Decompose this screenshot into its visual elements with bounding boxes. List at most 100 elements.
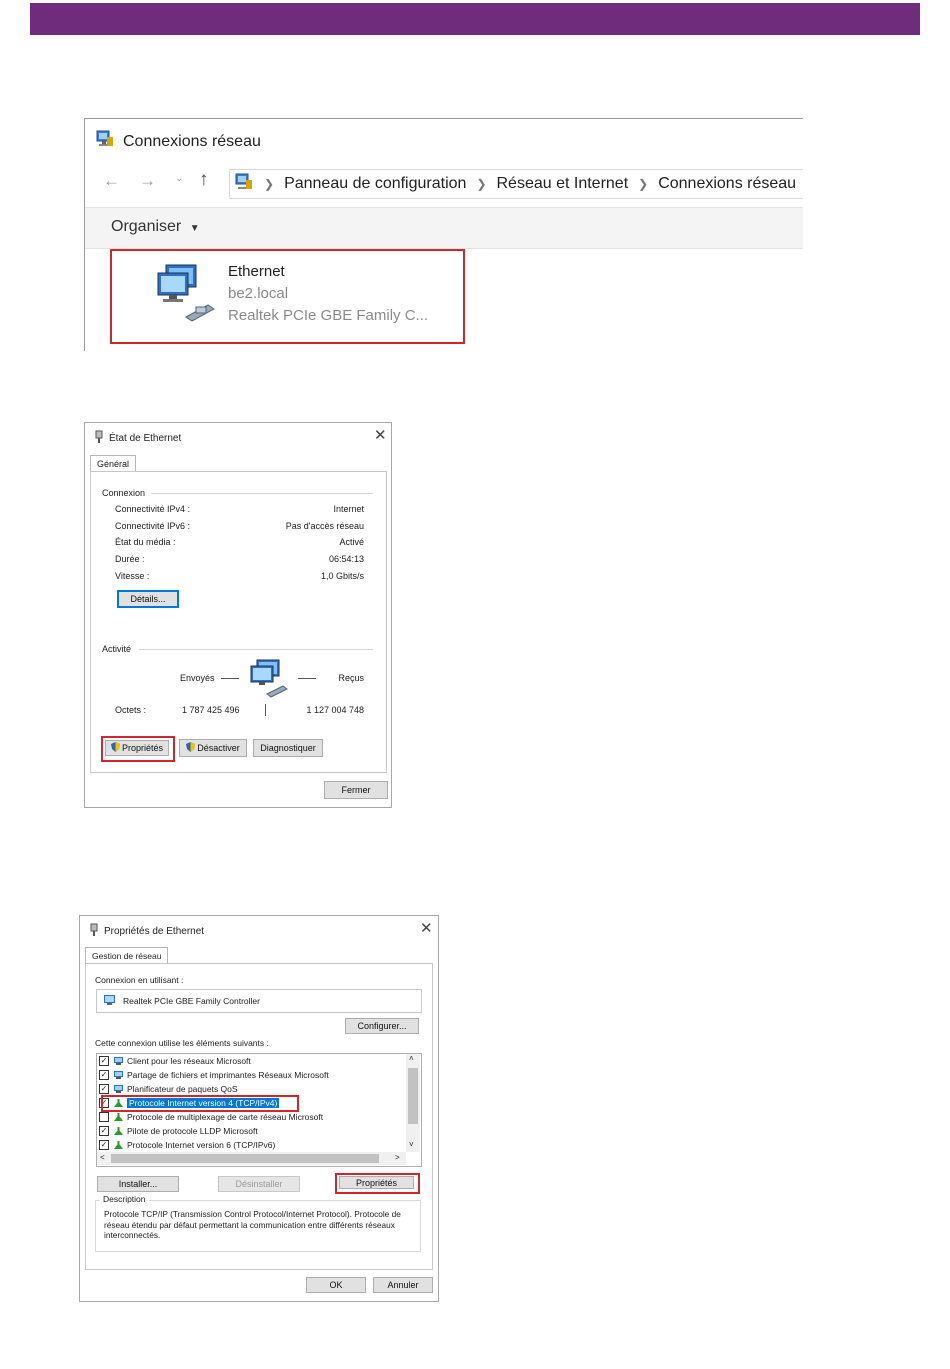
scrollbar-thumb[interactable] [408, 1068, 418, 1124]
network-folder-icon [95, 129, 115, 154]
scrollbar-thumb[interactable] [111, 1154, 379, 1163]
vertical-scrollbar[interactable]: ˄ ˅ [406, 1054, 420, 1152]
close-icon[interactable]: ✕ [420, 919, 433, 937]
chevron-right-icon: ❯ [476, 177, 487, 191]
checkbox[interactable]: ✓ [99, 1084, 109, 1094]
sent-label: Envoyés [180, 673, 215, 683]
disable-button[interactable]: Désactiver [179, 739, 247, 757]
protocol-icon [113, 1126, 124, 1136]
breadcrumb-item[interactable]: Réseau et Internet [497, 175, 629, 193]
row-value: 1,0 Gbits/s [320, 571, 364, 581]
chevron-right-icon[interactable]: > [395, 1153, 400, 1162]
list-item[interactable]: Protocole de multiplexage de carte résea… [99, 1110, 323, 1124]
list-item[interactable]: ✓ Pilote de protocole LLDP Microsoft [99, 1124, 258, 1138]
ethernet-properties-dialog: Propriétés de Ethernet ✕ Gestion de rése… [79, 915, 439, 1302]
dialog-title: État de Ethernet [109, 433, 182, 444]
organiser-menu[interactable]: Organiser ▼ [111, 218, 200, 236]
navigation-bar: ← → ⌄ ↑ ❯ Panneau de configuration ❯ Rés… [85, 163, 803, 201]
dialog-title-bar: Propriétés de Ethernet [90, 923, 204, 940]
network-activity-icon [249, 658, 291, 700]
components-list[interactable]: ✓ Client pour les réseaux Microsoft ✓ Pa… [96, 1053, 422, 1167]
network-adapter-icon [103, 994, 117, 1008]
dropdown-arrow-icon: ▼ [189, 223, 200, 234]
arrow-left-icon[interactable]: ← [103, 171, 120, 191]
ok-button[interactable]: OK [306, 1277, 366, 1293]
section-heading: Activité [102, 644, 132, 654]
row-value: Pas d'accès réseau [285, 521, 364, 531]
chevron-up-icon[interactable]: ˄ [409, 1054, 414, 1063]
details-button[interactable]: Détails... [117, 590, 179, 608]
configure-button[interactable]: Configurer... [345, 1018, 419, 1034]
list-item-label: Partage de fichiers et imprimantes Résea… [127, 1070, 329, 1080]
chevron-down-icon[interactable]: ˅ [409, 1140, 414, 1149]
checkbox[interactable]: ✓ [99, 1140, 109, 1150]
install-button[interactable]: Installer... [97, 1176, 179, 1192]
divider [265, 704, 266, 716]
row-value: Activé [339, 537, 364, 547]
tab-networking[interactable]: Gestion de réseau [85, 947, 169, 964]
connect-using-label: Connexion en utilisant : [95, 975, 184, 985]
checkbox[interactable]: ✓ [99, 1070, 109, 1080]
window-title-bar: Connexions réseau [95, 129, 261, 154]
list-item-label: Pilote de protocole LLDP Microsoft [127, 1126, 258, 1136]
adapter-name: Ethernet [228, 263, 285, 280]
chevron-down-icon[interactable]: ⌄ [175, 173, 183, 184]
received-label: Reçus [338, 673, 364, 683]
received-line [298, 678, 316, 679]
chevron-right-icon: ❯ [264, 177, 275, 191]
list-item[interactable]: ✓ Partage de fichiers et imprimantes Rés… [99, 1068, 329, 1082]
checkbox[interactable]: ✓ [99, 1126, 109, 1136]
cancel-button[interactable]: Annuler [373, 1277, 433, 1293]
list-item-label: Protocole Internet version 6 (TCP/IPv6) [127, 1140, 276, 1150]
network-adapter-icon [156, 261, 218, 328]
shield-icon [110, 742, 120, 754]
horizontal-scrollbar[interactable]: < > [97, 1152, 406, 1165]
adapter-device: Realtek PCIe GBE Family C... [228, 307, 429, 324]
properties-button[interactable]: Propriétés [339, 1176, 414, 1189]
protocol-icon [113, 1140, 124, 1150]
shield-icon [186, 742, 196, 754]
list-item[interactable]: ✓ Planificateur de paquets QoS [99, 1082, 238, 1096]
list-item-label: Protocole de multiplexage de carte résea… [127, 1112, 324, 1122]
adapter-name: Realtek PCIe GBE Family Controller [123, 996, 260, 1006]
network-client-icon [113, 1084, 124, 1094]
network-connections-window: Connexions réseau ← → ⌄ ↑ ❯ Panneau de c… [84, 118, 803, 351]
close-button[interactable]: Fermer [324, 781, 388, 799]
arrow-right-icon[interactable]: → [139, 171, 156, 191]
list-item[interactable]: ✓ Client pour les réseaux Microsoft [99, 1054, 251, 1068]
list-item-label: Planificateur de paquets QoS [127, 1084, 238, 1094]
ethernet-adapter-item[interactable]: Ethernet be2.local Realtek PCIe GBE Fami… [110, 249, 465, 344]
row-value: 06:54:13 [328, 554, 364, 564]
adapter-domain: be2.local [228, 285, 289, 302]
checkbox[interactable]: ✓ [99, 1056, 109, 1066]
row-label: État du média : [115, 537, 176, 547]
adapter-field: Realtek PCIe GBE Family Controller [96, 989, 422, 1013]
dialog-title: Propriétés de Ethernet [104, 926, 205, 937]
divider [151, 493, 373, 494]
arrow-up-icon[interactable]: ↑ [199, 169, 209, 191]
properties-label: Propriétés [121, 743, 164, 753]
bytes-received: 1 127 004 748 [306, 705, 364, 715]
address-bar[interactable]: ❯ Panneau de configuration ❯ Réseau et I… [229, 169, 803, 199]
list-item[interactable]: ✓ Protocole Internet version 6 (TCP/IPv6… [99, 1138, 275, 1152]
network-client-icon [113, 1056, 124, 1066]
sent-line [221, 678, 239, 679]
checkbox[interactable] [99, 1112, 109, 1122]
chevron-left-icon[interactable]: < [100, 1153, 105, 1162]
breadcrumb-item[interactable]: Connexions réseau [658, 175, 796, 193]
disable-label: Désactiver [197, 743, 240, 753]
command-toolbar: Organiser ▼ [85, 207, 803, 249]
row-label: Connectivité IPv6 : [115, 521, 191, 531]
header-bar [30, 3, 920, 35]
network-cable-icon [90, 923, 98, 940]
network-cable-icon [95, 430, 103, 447]
close-icon[interactable]: ✕ [374, 426, 387, 444]
breadcrumb-item[interactable]: Panneau de configuration [284, 175, 466, 193]
diagnose-button[interactable]: Diagnostiquer [253, 739, 323, 757]
divider [139, 649, 373, 650]
items-label: Cette connexion utilise les éléments sui… [95, 1038, 269, 1048]
tab-general[interactable]: Général [90, 455, 137, 472]
properties-button[interactable]: Propriétés [105, 740, 169, 756]
networking-panel: Connexion en utilisant : Realtek PCIe GB… [85, 963, 433, 1270]
row-label: Connectivité IPv4 : [115, 504, 191, 514]
